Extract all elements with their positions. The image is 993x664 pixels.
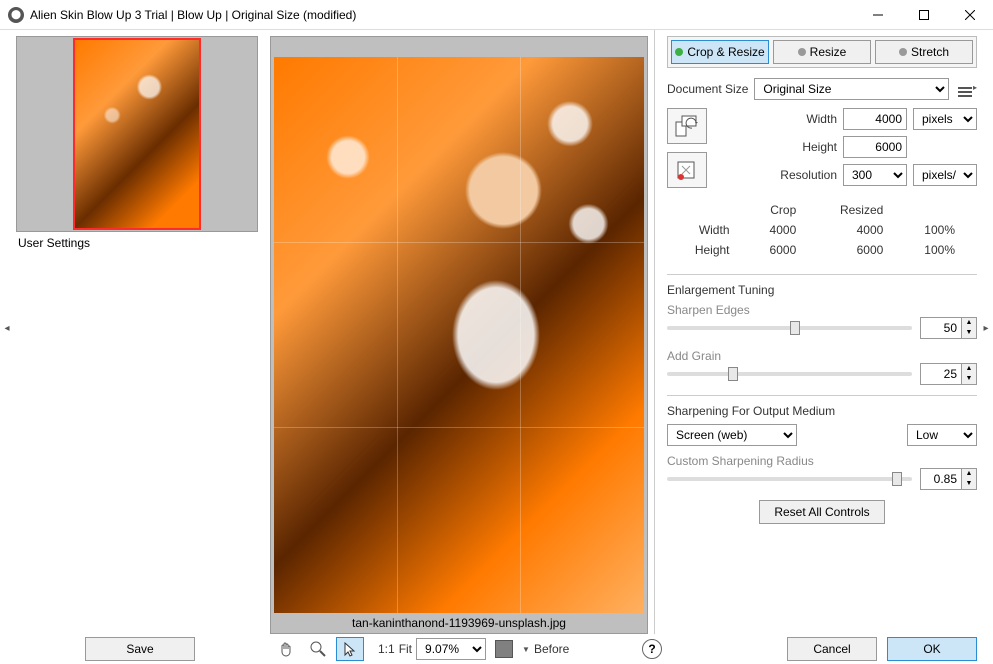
zoom-tool-icon[interactable] [304,637,332,661]
crop-resize-table: CropResized Width40004000100% Height6000… [667,200,969,260]
add-grain-label: Add Grain [667,349,977,363]
background-swatch[interactable] [490,637,518,661]
resolution-unit-select[interactable]: pixels/in [913,164,977,186]
cancel-button[interactable]: Cancel [787,637,877,661]
width-input[interactable] [843,108,907,130]
resolution-select[interactable]: 300 [843,164,907,186]
save-button[interactable]: Save [85,637,195,661]
custom-radius-value[interactable] [920,468,962,490]
enlargement-tuning-title: Enlargement Tuning [667,283,977,297]
custom-radius-slider[interactable] [667,477,912,481]
spin-down-icon[interactable]: ▼ [962,374,976,384]
output-level-select[interactable]: Low [907,424,977,446]
add-grain-slider[interactable] [667,372,912,376]
expand-left-arrow-icon[interactable]: ◂ [2,320,12,336]
user-settings-label: User Settings [16,232,258,254]
status-dot-icon [798,48,806,56]
height-input[interactable] [843,136,907,158]
titlebar: ⬤ Alien Skin Blow Up 3 Trial | Blow Up |… [0,0,993,30]
document-size-label: Document Size [667,82,748,96]
height-label: Height [775,140,837,154]
custom-radius-label: Custom Sharpening Radius [667,454,977,468]
sharpen-edges-label: Sharpen Edges [667,303,977,317]
help-icon[interactable]: ? [642,639,662,659]
spin-up-icon[interactable]: ▲ [962,318,976,328]
tab-stretch[interactable]: Stretch [875,40,973,64]
arrow-tool-icon[interactable] [336,637,364,661]
output-medium-select[interactable]: Screen (web) [667,424,797,446]
preview-image[interactable] [274,57,644,613]
preset-menu-icon[interactable] [955,78,977,100]
fit-button[interactable]: Fit [399,642,412,656]
hand-tool-icon[interactable] [272,637,300,661]
preview-area[interactable]: tan-kaninthanond-1193969-unsplash.jpg [270,36,648,634]
tab-crop-resize[interactable]: Crop & Resize [671,40,769,64]
app-icon: ⬤ [8,7,24,23]
one-to-one-button[interactable]: 1:1 [378,642,395,656]
close-button[interactable] [947,0,993,30]
resolution-label: Resolution [775,168,837,182]
sharpening-output-title: Sharpening For Output Medium [667,404,977,418]
size-unit-select[interactable]: pixels [913,108,977,130]
sharpen-edges-slider[interactable] [667,326,912,330]
width-label: Width [775,112,837,126]
rotate-orientation-button[interactable] [667,108,707,144]
tab-resize[interactable]: Resize [773,40,871,64]
document-size-select[interactable]: Original Size [754,78,949,100]
spin-up-icon[interactable]: ▲ [962,364,976,374]
preview-filename: tan-kaninthanond-1193969-unsplash.jpg [271,614,647,632]
lock-resolution-button[interactable] [667,152,707,188]
ok-button[interactable]: OK [887,637,977,661]
preset-thumbnail[interactable] [73,38,201,230]
spin-down-icon[interactable]: ▼ [962,479,976,489]
reset-all-button[interactable]: Reset All Controls [759,500,884,524]
mode-tabs: Crop & Resize Resize Stretch [667,36,977,68]
spin-up-icon[interactable]: ▲ [962,469,976,479]
add-grain-value[interactable] [920,363,962,385]
before-button[interactable]: Before [534,642,569,656]
maximize-button[interactable] [901,0,947,30]
status-dot-icon [899,48,907,56]
preset-thumbnail-area [16,36,258,232]
zoom-select[interactable]: 9.07% [416,638,486,660]
spin-down-icon[interactable]: ▼ [962,328,976,338]
minimize-button[interactable] [855,0,901,30]
sharpen-edges-value[interactable] [920,317,962,339]
status-dot-icon [675,48,683,56]
window-title: Alien Skin Blow Up 3 Trial | Blow Up | O… [30,8,855,22]
